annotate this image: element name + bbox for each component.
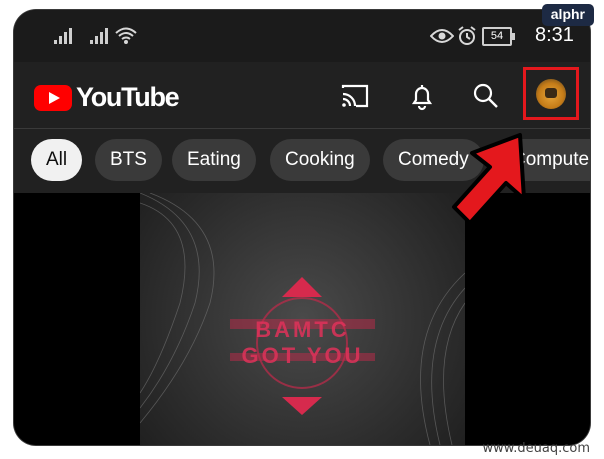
video-thumbnail[interactable]: BAMTC GOT YOU [140, 193, 465, 445]
eye-icon [430, 29, 454, 43]
chip-eating[interactable]: Eating [172, 139, 256, 181]
video-feed: BAMTC GOT YOU [14, 193, 590, 445]
chip-all[interactable]: All [31, 139, 83, 181]
bell-icon[interactable] [407, 81, 437, 111]
search-icon[interactable] [471, 81, 501, 111]
status-bar: 54 8:31 [14, 10, 590, 62]
thumbnail-text-top: BAMTC [255, 317, 350, 342]
avatar[interactable] [536, 79, 566, 109]
phone-screen: 54 8:31 YouTube All BTS Eating Cooking C… [14, 10, 590, 445]
battery-indicator: 54 [482, 27, 515, 46]
youtube-logo[interactable]: YouTube [34, 82, 180, 113]
pointer-arrow-icon [452, 133, 526, 225]
status-time: 8:31 [535, 24, 574, 46]
signal-icon [54, 28, 74, 44]
avatar-highlight-box [523, 67, 579, 120]
site-watermark: www.deuaq.com [482, 441, 590, 456]
signal-icon-2 [90, 28, 110, 44]
chip-bts[interactable]: BTS [95, 139, 162, 181]
alphr-watermark: alphr [541, 4, 594, 26]
app-bar: YouTube [14, 62, 590, 129]
youtube-play-icon [34, 84, 72, 111]
chip-cooking[interactable]: Cooking [270, 139, 370, 181]
thumbnail-text-bottom: GOT YOU [241, 343, 364, 368]
alarm-icon [458, 26, 476, 45]
wifi-icon [115, 27, 137, 44]
cast-icon[interactable] [340, 81, 370, 111]
youtube-wordmark: YouTube [76, 82, 180, 112]
